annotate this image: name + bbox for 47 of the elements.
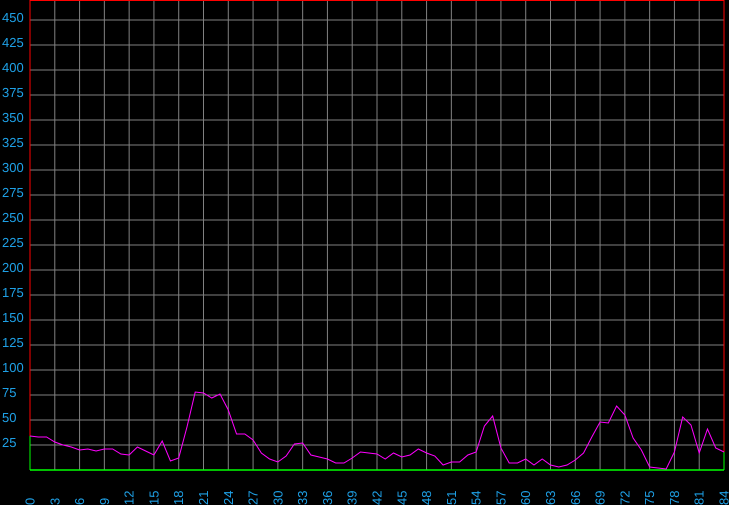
x-tick-label: 60 xyxy=(518,490,534,505)
x-tick-label: 36 xyxy=(320,490,335,505)
x-tick-label: 24 xyxy=(220,490,236,505)
y-tick-label: 75 xyxy=(2,385,16,400)
y-tick-label: 400 xyxy=(2,60,24,75)
x-tick-label: 63 xyxy=(543,490,558,505)
x-tick-label: 66 xyxy=(568,490,583,505)
x-tick-label: 84 xyxy=(716,490,729,505)
x-tick-label: 51 xyxy=(444,490,459,505)
y-tick-label: 425 xyxy=(2,35,24,50)
x-tick-label: 15 xyxy=(146,490,162,505)
x-tick-label: 30 xyxy=(270,490,286,505)
x-tick-label: 75 xyxy=(642,490,658,505)
x-tick-label: 54 xyxy=(468,490,484,505)
y-tick-label: 450 xyxy=(2,10,24,25)
y-tick-label: 250 xyxy=(2,210,24,225)
y-tick-label: 175 xyxy=(2,285,24,300)
x-tick-label: 42 xyxy=(370,490,384,505)
y-tick-label: 350 xyxy=(2,110,24,125)
x-tick-label: 69 xyxy=(592,490,608,505)
x-tick-label: 9 xyxy=(96,498,112,505)
x-tick-label: 18 xyxy=(171,490,186,505)
x-tick-label: 6 xyxy=(72,498,88,505)
x-tick-label: 45 xyxy=(394,490,410,505)
x-tick-label: 72 xyxy=(617,490,632,505)
y-tick-label: 325 xyxy=(2,135,24,150)
y-tick-label: 375 xyxy=(2,85,24,100)
y-tick-label: 300 xyxy=(2,160,24,175)
x-tick-label: 81 xyxy=(692,490,707,505)
x-tick-label: 57 xyxy=(493,490,508,505)
y-tick-label: 50 xyxy=(2,410,16,425)
y-tick-label: 25 xyxy=(2,435,16,450)
y-tick-label: 225 xyxy=(2,235,24,250)
x-tick-label: 0 xyxy=(22,498,38,505)
x-tick-label: 39 xyxy=(344,490,360,505)
y-tick-label: 275 xyxy=(2,185,24,200)
x-tick-label: 48 xyxy=(419,490,434,505)
y-tick-label: 100 xyxy=(2,360,24,375)
x-tick-label: 21 xyxy=(196,490,211,505)
x-tick-label: 78 xyxy=(666,490,682,505)
x-tick-label: 27 xyxy=(246,490,261,505)
x-tick-label: 33 xyxy=(295,490,310,505)
x-tick-label: 3 xyxy=(47,498,62,505)
y-tick-label: 150 xyxy=(2,310,24,325)
y-tick-label: 125 xyxy=(2,335,24,350)
x-tick-label: 12 xyxy=(122,490,137,505)
y-tick-label: 200 xyxy=(2,260,24,275)
